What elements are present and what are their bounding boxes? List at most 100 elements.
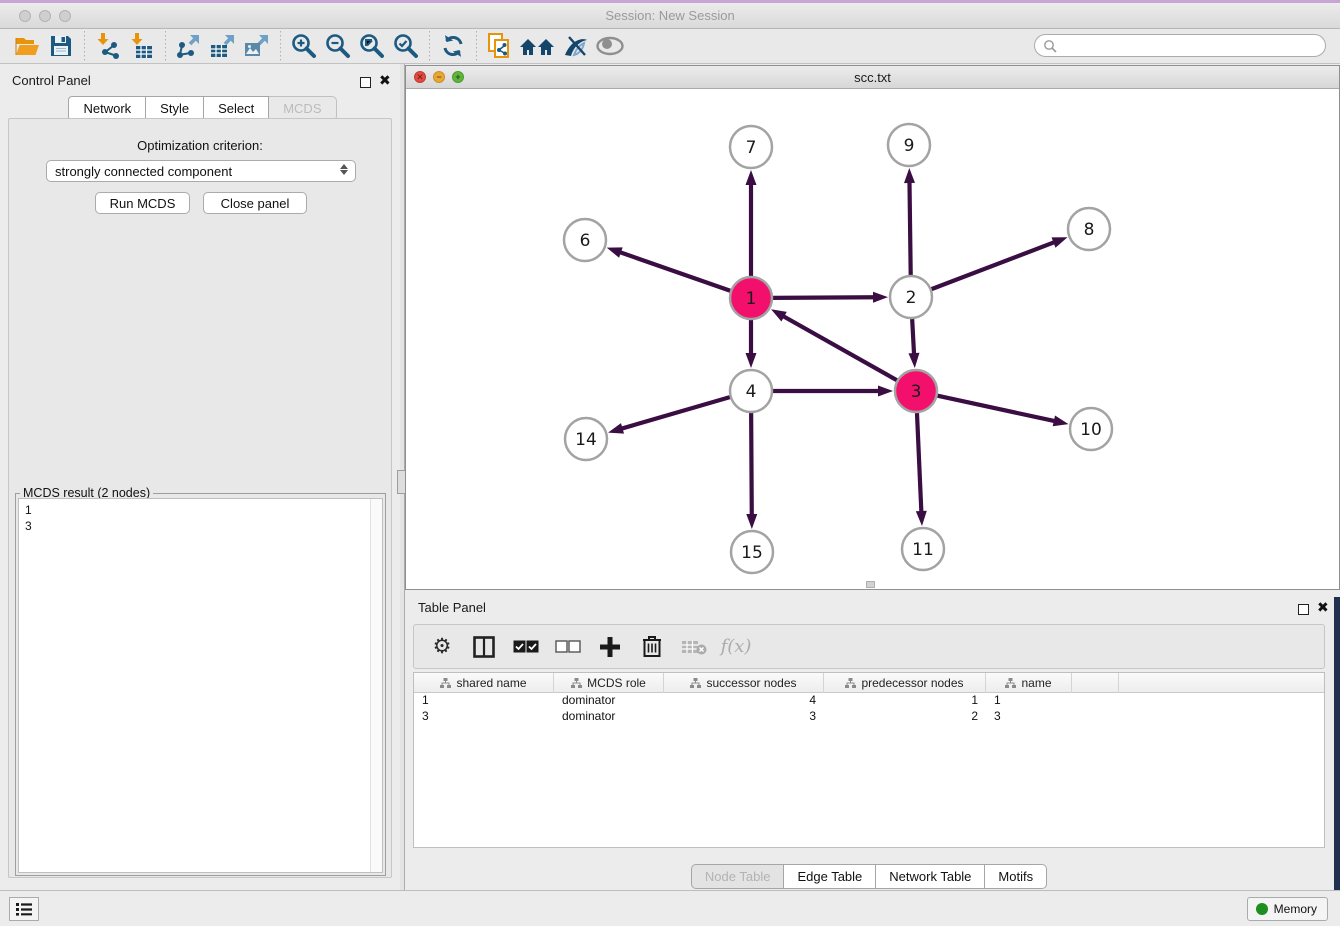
export-table-icon[interactable] — [206, 31, 240, 61]
node-table[interactable]: shared nameMCDS rolesuccessor nodesprede… — [413, 672, 1325, 848]
mcds-result-list[interactable]: 1 3 — [18, 498, 383, 873]
edge-1-6[interactable] — [619, 252, 730, 291]
add-column-icon[interactable] — [596, 632, 624, 662]
node-label-4: 4 — [746, 382, 757, 402]
optimization-criterion-label: Optimization criterion: — [9, 138, 391, 153]
node-label-10: 10 — [1080, 420, 1102, 440]
cell[interactable]: dominator — [554, 709, 664, 725]
cell[interactable]: 3 — [986, 709, 1072, 725]
edge-arrowhead-4-3 — [878, 386, 893, 397]
cell[interactable]: 3 — [414, 709, 554, 725]
node-label-7: 7 — [746, 138, 757, 158]
toolbar-separator — [476, 31, 477, 61]
cell[interactable]: dominator — [554, 693, 664, 709]
edge-4-15[interactable] — [751, 413, 752, 516]
edge-arrowhead-1-2 — [873, 292, 888, 303]
hide-graphics-details-icon[interactable] — [559, 31, 593, 61]
control-panel-title: Control Panel — [12, 73, 91, 88]
import-network-icon[interactable] — [91, 31, 125, 61]
open-file-icon[interactable] — [10, 31, 44, 61]
mcds-result-group: MCDS result (2 nodes) 1 3 — [15, 493, 386, 876]
cell[interactable]: 1 — [824, 693, 986, 709]
edge-3-11[interactable] — [917, 413, 921, 513]
table-row-1[interactable]: 3dominator323 — [414, 709, 1324, 725]
tab-network-table[interactable]: Network Table — [876, 864, 985, 889]
zoom-out-icon[interactable] — [321, 31, 355, 61]
column-header-predecessor-nodes[interactable]: predecessor nodes — [824, 673, 986, 693]
result-scrollbar[interactable] — [370, 499, 382, 872]
edge-3-1[interactable] — [782, 316, 896, 381]
edge-2-9[interactable] — [909, 181, 910, 275]
deselect-all-columns-icon[interactable] — [554, 632, 582, 662]
show-graphics-details-icon[interactable] — [593, 31, 627, 61]
memory-label: Memory — [1274, 902, 1317, 916]
cell[interactable]: 1 — [414, 693, 554, 709]
edge-2-3[interactable] — [912, 319, 914, 355]
memory-button[interactable]: Memory — [1247, 897, 1328, 921]
column-type-icon — [571, 678, 582, 689]
edge-arrowhead-2-8 — [1052, 237, 1068, 247]
refresh-icon[interactable] — [436, 31, 470, 61]
zoom-in-icon[interactable] — [287, 31, 321, 61]
column-header-shared-name[interactable]: shared name — [414, 673, 554, 693]
network-canvas[interactable]: 7968124314101511 — [406, 89, 1339, 589]
zoom-selected-icon[interactable] — [389, 31, 423, 61]
search-input[interactable] — [1034, 34, 1326, 57]
toolbar-separator — [165, 31, 166, 61]
network-window-titlebar: ✕ − + scc.txt — [406, 66, 1339, 89]
column-type-icon — [1005, 678, 1016, 689]
duplicate-network-icon[interactable] — [483, 31, 517, 61]
application-window: Session: New Session — [0, 0, 1340, 926]
close-panel-icon[interactable]: ✖ — [379, 75, 391, 86]
tab-node-table[interactable]: Node Table — [691, 864, 785, 889]
optimization-criterion-value: strongly connected component — [55, 164, 232, 179]
first-neighbors-icon[interactable] — [517, 31, 559, 61]
list-icon — [15, 902, 33, 916]
cell[interactable]: 1 — [986, 693, 1072, 709]
tab-motifs[interactable]: Motifs — [985, 864, 1047, 889]
import-table-icon[interactable] — [125, 31, 159, 61]
table-panel-title: Table Panel — [418, 600, 486, 615]
close-panel-button[interactable]: Close panel — [203, 192, 307, 214]
delete-column-icon[interactable] — [638, 632, 666, 662]
zoom-fit-icon[interactable] — [355, 31, 389, 61]
export-network-icon[interactable] — [172, 31, 206, 61]
show-columns-icon[interactable] — [470, 632, 498, 662]
close-table-panel-icon[interactable]: ✖ — [1317, 602, 1329, 613]
node-label-8: 8 — [1084, 220, 1095, 240]
desktop-wallpaper-strip-right — [1334, 597, 1340, 926]
node-label-2: 2 — [906, 288, 917, 308]
select-all-columns-icon[interactable] — [512, 632, 540, 662]
cell[interactable]: 4 — [664, 693, 824, 709]
node-label-9: 9 — [904, 136, 915, 156]
edge-2-8[interactable] — [932, 242, 1056, 289]
save-session-icon[interactable] — [44, 31, 78, 61]
edge-1-2[interactable] — [773, 297, 875, 298]
float-table-panel-icon[interactable] — [1298, 602, 1309, 620]
export-image-icon[interactable] — [240, 31, 274, 61]
function-builder-icon: f(x) — [722, 632, 750, 662]
toolbar-separator — [84, 31, 85, 61]
column-header-MCDS-role[interactable]: MCDS role — [554, 673, 664, 693]
table-panel-header: Table Panel ✖ — [405, 595, 1333, 621]
table-row-0[interactable]: 1dominator411 — [414, 693, 1324, 709]
tab-edge-table[interactable]: Edge Table — [784, 864, 876, 889]
node-table-header-row: shared nameMCDS rolesuccessor nodesprede… — [414, 673, 1324, 693]
table-options-icon[interactable]: ⚙ — [428, 632, 456, 662]
cell[interactable]: 2 — [824, 709, 986, 725]
edge-arrowhead-2-9 — [904, 168, 915, 183]
canvas-scroll-grip[interactable] — [866, 581, 875, 588]
optimization-criterion-select[interactable]: strongly connected component — [46, 160, 356, 182]
cell[interactable]: 3 — [664, 709, 824, 725]
edge-3-10[interactable] — [937, 396, 1055, 422]
select-spinner-icon — [340, 164, 348, 175]
column-header-successor-nodes[interactable]: successor nodes — [664, 673, 824, 693]
column-header-name[interactable]: name — [986, 673, 1072, 693]
edge-arrowhead-1-7 — [746, 170, 757, 185]
float-panel-icon[interactable] — [360, 75, 371, 93]
column-type-icon — [440, 678, 451, 689]
edge-4-14[interactable] — [621, 397, 730, 429]
task-history-button[interactable] — [9, 897, 39, 921]
titlebar: Session: New Session — [0, 3, 1340, 29]
run-mcds-button[interactable]: Run MCDS — [95, 192, 190, 214]
